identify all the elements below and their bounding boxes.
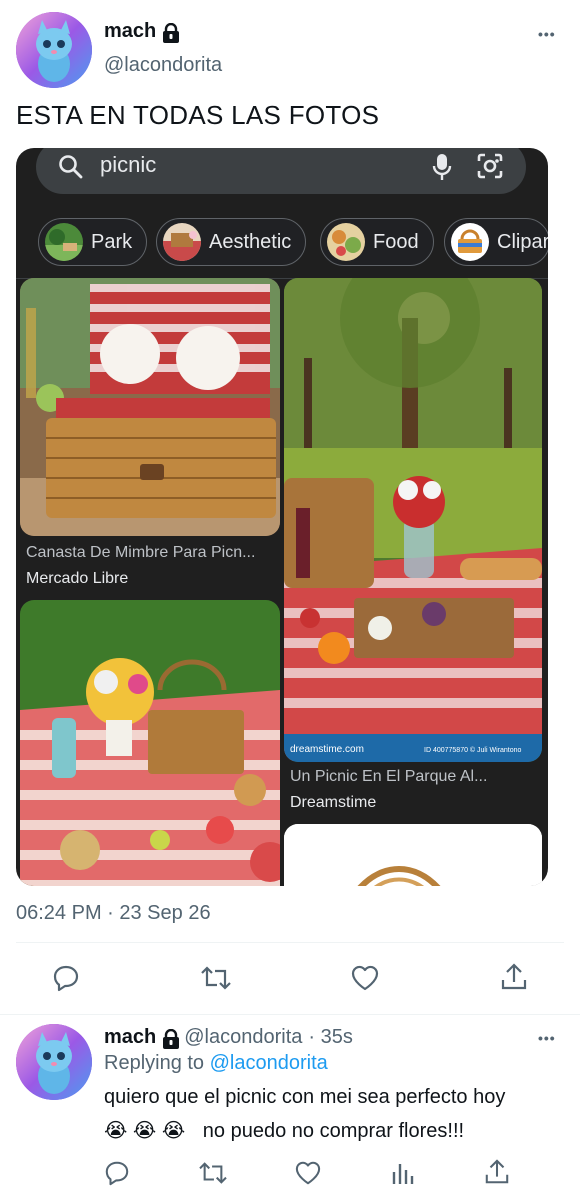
divider: [0, 1014, 580, 1015]
tweet-timestamp[interactable]: 06:24 PM · 23 Sep 26: [16, 902, 211, 925]
tweet-text: ESTA EN TODAS LAS FOTOS: [16, 100, 380, 130]
reply-reply-icon[interactable]: [104, 1160, 130, 1186]
like-heart-icon[interactable]: [350, 964, 380, 992]
result-source: Mercado Libre: [26, 570, 129, 587]
author-name[interactable]: mach: [104, 20, 180, 43]
watermark-text: dreamstime.com: [290, 744, 364, 755]
replying-to-handle[interactable]: @lacondorita: [210, 1052, 328, 1074]
tweet-media[interactable]: picnic Park Aesthetic Food Clipar Canast…: [16, 148, 548, 886]
replying-to-label: Replying to: [104, 1052, 205, 1074]
more-options-icon[interactable]: •••: [538, 26, 556, 42]
lock-icon: [162, 1028, 180, 1049]
reply-text-line1: quiero que el picnic con mei sea perfect…: [104, 1086, 506, 1108]
clipart-thumb: [451, 223, 489, 261]
reply-author-name[interactable]: mach: [104, 1026, 156, 1049]
chip-label: Clipar: [497, 230, 548, 253]
park-thumb: [45, 223, 83, 261]
microphone-icon: [432, 152, 452, 187]
chip-clipart: Clipar: [444, 218, 548, 266]
result-image-picnic-blanket: [20, 600, 280, 886]
crying-emojis: 😭 😭 😭: [104, 1120, 186, 1142]
search-icon: [58, 154, 84, 185]
retweet-icon[interactable]: [200, 964, 232, 992]
lock-icon: [162, 22, 180, 43]
image-credit-text: ID 400775870 © Juli Wirantono: [424, 746, 521, 754]
views-stats-icon[interactable]: [390, 1160, 416, 1186]
chip-food: Food: [320, 218, 434, 266]
reply-like-heart-icon[interactable]: [294, 1160, 322, 1186]
chip-aesthetic: Aesthetic: [156, 218, 307, 266]
reply-author-row[interactable]: mach @lacondorita · 35s: [104, 1026, 353, 1049]
divider: [16, 942, 564, 943]
result-title: Un Picnic En El Parque Al...: [290, 768, 488, 785]
result-image-basket: [20, 278, 280, 536]
chip-label: Park: [91, 230, 133, 253]
reply-icon[interactable]: [52, 964, 80, 992]
search-query: picnic: [100, 152, 157, 177]
result-title: Canasta De Mimbre Para Picn...: [26, 544, 256, 561]
reply-share-icon[interactable]: [484, 1158, 510, 1186]
result-source: Dreamstime: [290, 794, 377, 811]
chip-label: Food: [373, 230, 419, 253]
replying-to: Replying to @lacondorita: [104, 1052, 328, 1075]
reply-text-line2: 😭 😭 😭 no puedo no comprar flores!!!: [104, 1118, 464, 1143]
author-handle[interactable]: @lacondorita: [104, 54, 222, 77]
food-thumb: [327, 223, 365, 261]
author-name-text[interactable]: mach: [104, 20, 156, 43]
result-image-basket-handle: [284, 824, 542, 886]
chip-park: Park: [38, 218, 148, 266]
result-image-park-picnic: dreamstime.com ID 400775870 © Juli Wiran…: [284, 278, 542, 762]
reply-avatar[interactable]: [16, 1024, 92, 1100]
aesthetic-thumb: [163, 223, 201, 261]
reply-more-options-icon[interactable]: •••: [538, 1030, 556, 1046]
reply-text-line2-body: no puedo no comprar flores!!!: [202, 1120, 465, 1142]
search-bar: picnic: [36, 148, 526, 194]
chip-label: Aesthetic: [209, 230, 292, 253]
share-icon[interactable]: [500, 962, 528, 992]
avatar[interactable]: [16, 12, 92, 88]
reply-author-handle[interactable]: @lacondorita: [184, 1026, 302, 1049]
reply-retweet-icon[interactable]: [198, 1160, 228, 1186]
reply-age[interactable]: · 35s: [308, 1026, 352, 1049]
camera-lens-icon: [476, 152, 504, 185]
